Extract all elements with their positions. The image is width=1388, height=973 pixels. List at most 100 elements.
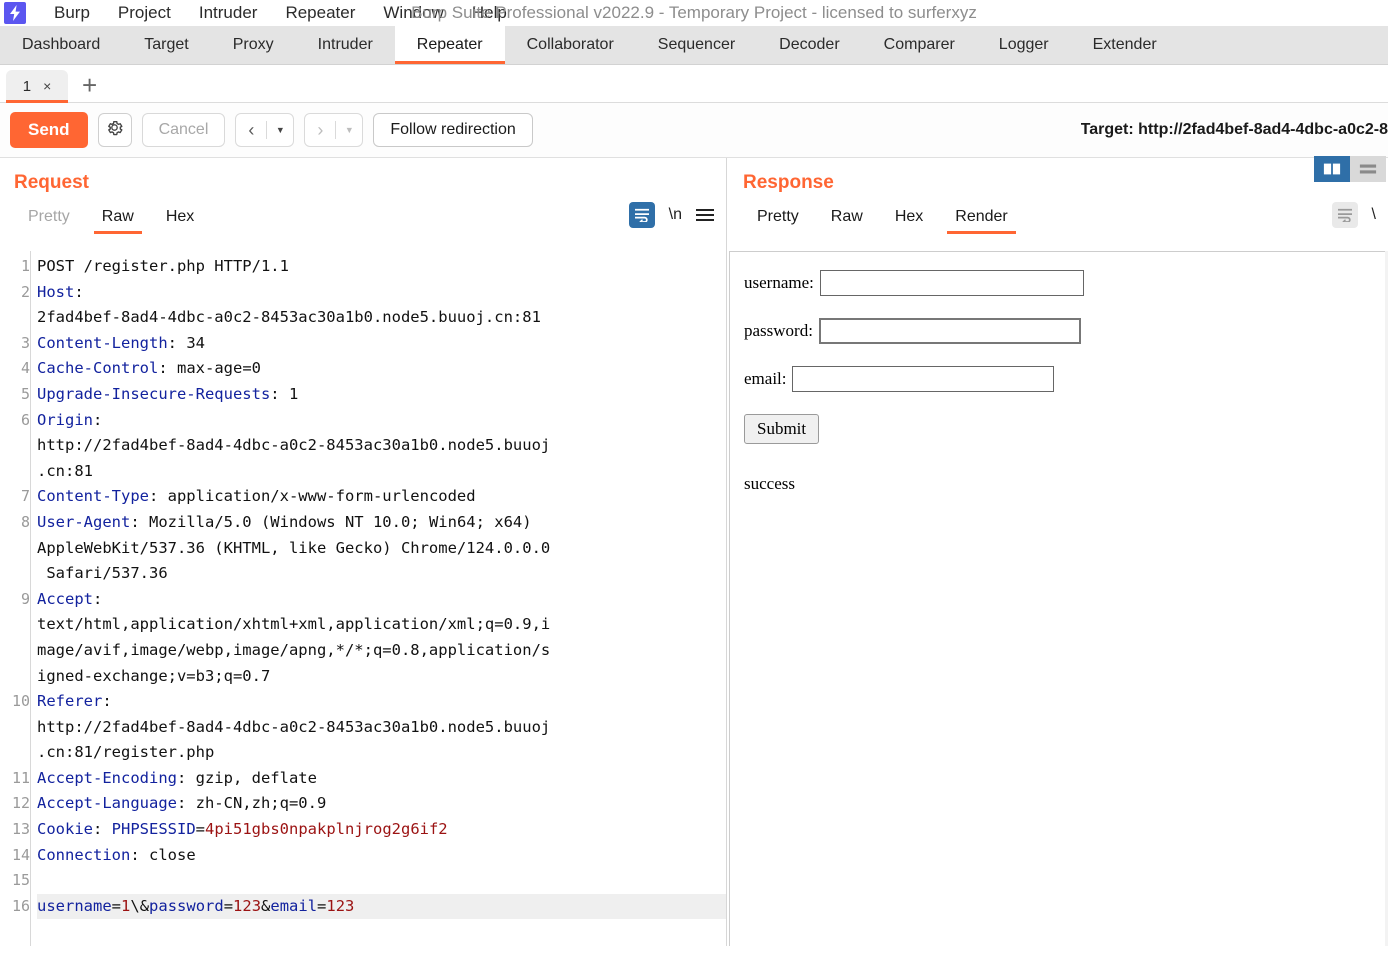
- line-number: [0, 740, 30, 766]
- send-button[interactable]: Send: [10, 112, 88, 148]
- menu-item-project[interactable]: Project: [104, 0, 185, 26]
- menu-item-intruder[interactable]: Intruder: [185, 0, 272, 26]
- forward-button[interactable]: › ▼: [304, 113, 364, 147]
- render-label-email: email:: [744, 369, 787, 388]
- request-line[interactable]: Host:: [37, 280, 726, 306]
- follow-redirection-button[interactable]: Follow redirection: [373, 113, 533, 147]
- request-line[interactable]: Accept-Encoding: gzip, deflate: [37, 766, 726, 792]
- request-line[interactable]: username=1\&password=123&email=123: [37, 893, 726, 920]
- newline-icon[interactable]: \n: [669, 206, 682, 224]
- tab-dashboard[interactable]: Dashboard: [0, 26, 122, 64]
- menu-item-window[interactable]: Window: [369, 0, 457, 26]
- request-line[interactable]: mage/avif,image/webp,image/apng,*/*;q=0.…: [37, 638, 726, 664]
- word-wrap-icon[interactable]: [1331, 202, 1358, 228]
- response-subtab-bar: Pretty Raw Hex Render \: [727, 200, 1388, 234]
- request-line[interactable]: Content-Length: 34: [37, 331, 726, 357]
- repeater-tab-1[interactable]: 1 ×: [6, 70, 68, 103]
- request-token: username: [37, 896, 112, 915]
- chevron-left-icon: ‹: [248, 119, 255, 140]
- request-line[interactable]: Referer:: [37, 689, 726, 715]
- request-line[interactable]: Upgrade-Insecure-Requests: 1: [37, 382, 726, 408]
- request-token: =: [111, 896, 121, 915]
- response-tab-render[interactable]: Render: [939, 208, 1023, 234]
- tab-repeater[interactable]: Repeater: [394, 26, 505, 64]
- request-token: mage/avif,image/webp,image/apng,*/*;q=0.…: [37, 640, 551, 659]
- request-token: http://2fad4bef-8ad4-4dbc-a0c2-8453ac30a…: [37, 717, 551, 736]
- request-line[interactable]: Accept-Language: zh-CN,zh;q=0.9: [37, 791, 726, 817]
- line-number: 9: [20, 589, 30, 608]
- tab-decoder[interactable]: Decoder: [757, 26, 861, 64]
- close-icon[interactable]: ×: [43, 78, 51, 94]
- word-wrap-icon[interactable]: [628, 202, 655, 228]
- newline-icon[interactable]: \: [1372, 206, 1376, 224]
- tab-proxy[interactable]: Proxy: [211, 26, 296, 64]
- chevron-down-icon[interactable]: ▼: [267, 114, 293, 146]
- request-line[interactable]: Cache-Control: max-age=0: [37, 356, 726, 382]
- request-token: text/html,application/xhtml+xml,applicat…: [37, 615, 551, 634]
- tab-intruder[interactable]: Intruder: [296, 26, 395, 64]
- render-field-username: username:: [744, 270, 1388, 296]
- request-token: Content-Type: [37, 487, 149, 506]
- line-number: 6: [20, 410, 30, 429]
- request-token: : application/x-www-form-urlencoded: [148, 487, 476, 506]
- request-line[interactable]: [37, 868, 726, 894]
- render-submit-button[interactable]: Submit: [744, 414, 820, 444]
- request-line[interactable]: .cn:81: [37, 459, 726, 485]
- request-tab-hex[interactable]: Hex: [150, 208, 210, 234]
- tab-comparer[interactable]: Comparer: [862, 26, 977, 64]
- split-vertical-icon[interactable]: [1314, 156, 1350, 182]
- request-line[interactable]: AppleWebKit/537.36 (KHTML, like Gecko) C…: [37, 536, 726, 562]
- request-token: User-Agent: [37, 512, 131, 531]
- menu-item-burp[interactable]: Burp: [40, 0, 104, 26]
- render-input-email[interactable]: [792, 366, 1055, 392]
- render-input-username[interactable]: [819, 270, 1084, 296]
- request-line[interactable]: Content-Type: application/x-www-form-url…: [37, 484, 726, 510]
- cancel-button[interactable]: Cancel: [141, 113, 226, 147]
- tab-sequencer[interactable]: Sequencer: [636, 26, 757, 64]
- chevron-down-icon[interactable]: ▼: [336, 114, 362, 146]
- tab-collaborator[interactable]: Collaborator: [505, 26, 636, 64]
- request-line[interactable]: Connection: close: [37, 843, 726, 869]
- line-number: 3: [20, 333, 30, 352]
- menu-item-repeater[interactable]: Repeater: [271, 0, 369, 26]
- tab-target[interactable]: Target: [122, 26, 210, 64]
- request-line[interactable]: Safari/537.36: [37, 561, 726, 587]
- split-horizontal-icon[interactable]: [1350, 156, 1386, 182]
- tab-extender[interactable]: Extender: [1071, 26, 1179, 64]
- request-tab-pretty[interactable]: Pretty: [12, 208, 86, 234]
- tab-logger[interactable]: Logger: [977, 26, 1071, 64]
- back-button[interactable]: ‹ ▼: [235, 113, 295, 147]
- request-line[interactable]: igned-exchange;v=b3;q=0.7: [37, 664, 726, 690]
- request-line[interactable]: Origin:: [37, 408, 726, 434]
- menu-item-help[interactable]: Help: [458, 0, 521, 26]
- request-token: =: [223, 896, 234, 915]
- line-number: [0, 433, 30, 459]
- request-token: :: [93, 589, 103, 608]
- request-line[interactable]: http://2fad4bef-8ad4-4dbc-a0c2-8453ac30a…: [37, 715, 726, 741]
- request-tab-raw[interactable]: Raw: [86, 208, 150, 234]
- line-number: 8: [20, 512, 30, 531]
- request-line[interactable]: User-Agent: Mozilla/5.0 (Windows NT 10.0…: [37, 510, 726, 536]
- render-success-message: success: [744, 474, 795, 493]
- request-line[interactable]: text/html,application/xhtml+xml,applicat…: [37, 612, 726, 638]
- render-input-password[interactable]: [818, 318, 1081, 344]
- gear-icon: [105, 118, 124, 142]
- request-token: Referer: [37, 692, 103, 711]
- add-tab-icon[interactable]: +: [68, 72, 111, 102]
- request-raw-text[interactable]: POST /register.php HTTP/1.1 Host: 2fad4bef…: [30, 251, 726, 946]
- request-line[interactable]: Accept:: [37, 587, 726, 613]
- request-token: 123: [326, 896, 355, 915]
- settings-button[interactable]: [97, 113, 132, 147]
- menu-icon[interactable]: [696, 209, 714, 221]
- burp-lightning-icon: [4, 2, 26, 24]
- request-line[interactable]: 2fad4bef-8ad4-4dbc-a0c2-8453ac30a1b0.nod…: [37, 305, 726, 331]
- request-line[interactable]: http://2fad4bef-8ad4-4dbc-a0c2-8453ac30a…: [37, 433, 726, 459]
- response-tab-pretty[interactable]: Pretty: [741, 208, 815, 234]
- request-editor[interactable]: 1 2 3 4 5 6 7 8 9 10 11 12 13 14 15 16 POST /register.p…: [0, 251, 726, 946]
- response-tab-hex[interactable]: Hex: [879, 208, 939, 234]
- request-token: PHPSESSID: [111, 820, 196, 839]
- response-tab-raw[interactable]: Raw: [815, 208, 879, 234]
- request-line[interactable]: Cookie: PHPSESSID=4pi51gbs0npakplnjrog2g…: [37, 817, 726, 843]
- request-line[interactable]: POST /register.php HTTP/1.1: [37, 254, 726, 280]
- request-line[interactable]: .cn:81/register.php: [37, 740, 726, 766]
